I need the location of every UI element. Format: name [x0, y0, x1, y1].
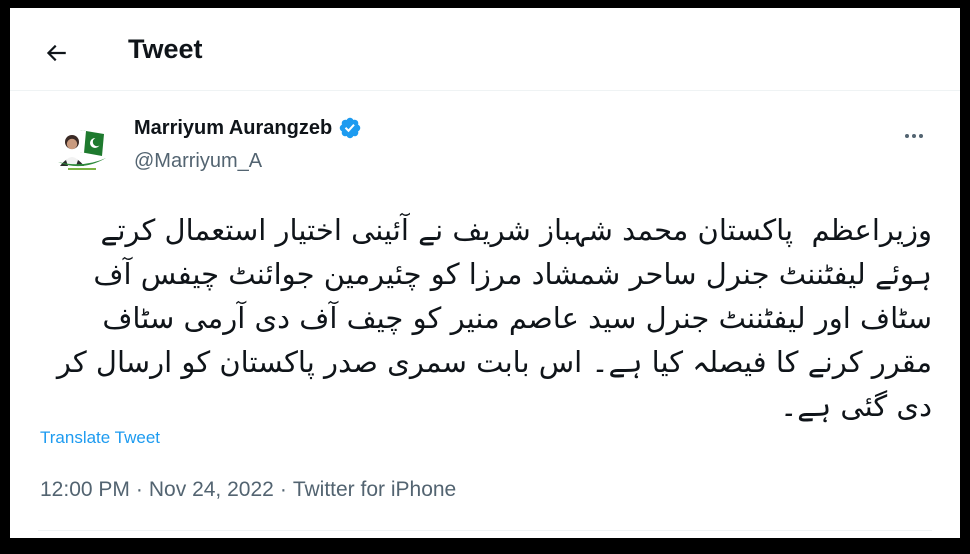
more-options-button[interactable] [894, 116, 934, 156]
tweet-metadata: 12:00 PM · Nov 24, 2022 · Twitter for iP… [40, 478, 456, 502]
page-title: Tweet [128, 34, 203, 64]
tweet-source[interactable]: Twitter for iPhone [293, 478, 456, 502]
avatar[interactable] [50, 116, 114, 180]
header: Tweet [10, 8, 960, 90]
author-name-row: Marriyum Aurangzeb [134, 116, 362, 140]
verified-badge-icon [339, 117, 361, 139]
tweet-date[interactable]: Nov 24, 2022 [149, 478, 274, 502]
header-divider [10, 90, 960, 91]
meta-separator: · [135, 478, 143, 501]
profile-photo-icon [50, 116, 114, 180]
tweet-time[interactable]: 12:00 PM [40, 478, 130, 502]
arrow-left-icon [46, 44, 66, 62]
more-horizontal-icon [905, 134, 923, 138]
author-name[interactable]: Marriyum Aurangzeb [134, 117, 332, 140]
tweet-text: وزیراعظم پاکستان محمد شہباز شریف نے آئین… [47, 213, 932, 423]
back-button[interactable] [38, 35, 74, 71]
bottom-divider [38, 530, 932, 531]
translate-tweet-link[interactable]: Translate Tweet [40, 428, 160, 448]
meta-separator: · [279, 478, 287, 501]
author-handle[interactable]: @Marriyum_A [134, 150, 262, 173]
tweet-page: Tweet Marriyum Aurangzeb @Marriyum_A وزی… [10, 8, 960, 538]
